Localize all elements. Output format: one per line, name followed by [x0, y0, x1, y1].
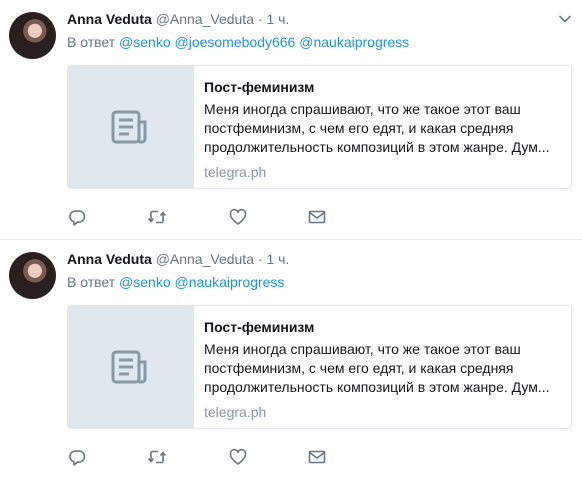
reply-icon — [69, 450, 86, 466]
mention-link[interactable]: @senko — [119, 274, 171, 290]
document-icon — [111, 110, 147, 144]
chevron-down-icon[interactable] — [558, 12, 572, 26]
author-name[interactable]: Anna Veduta — [67, 11, 152, 27]
reply-context: В ответ @senko @joesomebody666 @naukaipr… — [67, 33, 409, 51]
heart-icon — [229, 208, 247, 225]
author-handle[interactable]: @Anna_Veduta — [156, 251, 254, 267]
card-domain: telegra.ph — [204, 404, 267, 420]
card-body: Пост-феминизм Меня иногда спрашивают, чт… — [204, 318, 563, 421]
tweet-header: Anna Veduta @Anna_Veduta · 1 ч. — [67, 10, 289, 28]
retweet-button[interactable] — [147, 207, 167, 227]
link-card[interactable]: Пост-феминизм Меня иногда спрашивают, чт… — [67, 65, 572, 189]
card-title: Пост-феминизм — [204, 79, 315, 95]
card-description: Меня иногда спрашивают, что же такое это… — [204, 101, 550, 155]
like-button[interactable] — [228, 447, 248, 467]
tweet[interactable]: Anna Veduta @Anna_Veduta · 1 ч. В ответ … — [0, 239, 582, 477]
tweet[interactable]: Anna Veduta @Anna_Veduta · 1 ч. В ответ … — [0, 0, 582, 239]
separator-dot: · — [257, 11, 263, 27]
card-thumbnail — [68, 66, 194, 188]
link-card[interactable]: Пост-феминизм Меня иногда спрашивают, чт… — [67, 305, 572, 429]
tweet-actions — [67, 447, 367, 467]
timestamp[interactable]: 1 ч. — [266, 251, 289, 267]
mention-link[interactable]: @senko — [119, 34, 171, 50]
direct-message-button[interactable] — [307, 447, 327, 467]
reply-context: В ответ @senko @naukaiprogress — [67, 273, 284, 291]
avatar[interactable] — [9, 252, 56, 299]
reply-icon — [69, 210, 86, 226]
mention-link[interactable]: @naukaiprogress — [175, 274, 285, 290]
timestamp[interactable]: 1 ч. — [266, 11, 289, 27]
card-title: Пост-феминизм — [204, 319, 315, 335]
heart-icon — [229, 448, 247, 465]
card-description: Меня иногда спрашивают, что же такое это… — [204, 341, 550, 395]
reply-prefix: В ответ — [67, 34, 116, 50]
mention-link[interactable]: @naukaiprogress — [299, 34, 409, 50]
separator-dot: · — [257, 251, 263, 267]
envelope-icon — [308, 450, 326, 464]
mention-link[interactable]: @joesomebody666 — [175, 34, 296, 50]
tweet-header: Anna Veduta @Anna_Veduta · 1 ч. — [67, 250, 289, 268]
author-handle[interactable]: @Anna_Veduta — [156, 11, 254, 27]
reply-button[interactable] — [67, 447, 87, 467]
author-name[interactable]: Anna Veduta — [67, 251, 152, 267]
reply-prefix: В ответ — [67, 274, 116, 290]
retweet-icon — [147, 210, 167, 224]
tweet-actions — [67, 207, 367, 227]
document-icon — [111, 350, 147, 384]
reply-button[interactable] — [67, 207, 87, 227]
envelope-icon — [308, 210, 326, 224]
avatar[interactable] — [9, 12, 56, 59]
card-domain: telegra.ph — [204, 164, 267, 180]
direct-message-button[interactable] — [307, 207, 327, 227]
retweet-button[interactable] — [147, 447, 167, 467]
card-body: Пост-феминизм Меня иногда спрашивают, чт… — [204, 78, 563, 181]
retweet-icon — [147, 450, 167, 464]
card-thumbnail — [68, 306, 194, 428]
like-button[interactable] — [228, 207, 248, 227]
